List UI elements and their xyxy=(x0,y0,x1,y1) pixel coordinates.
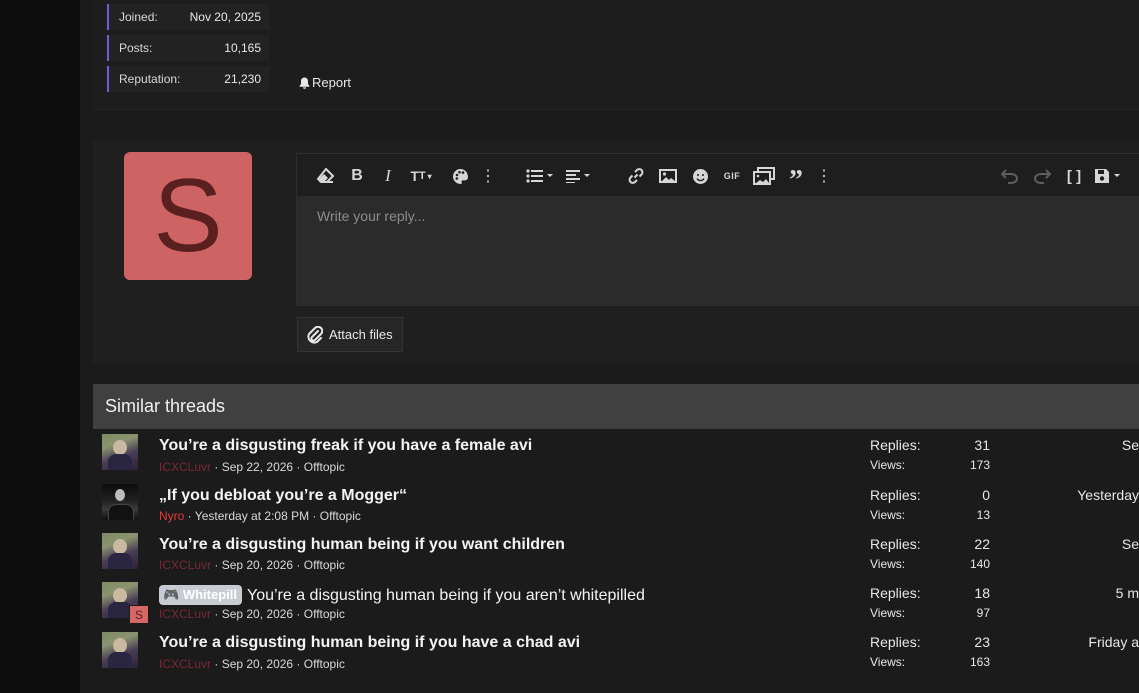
last-post-time[interactable]: 5 m xyxy=(979,585,1139,601)
similar-threads-header: Similar threads xyxy=(93,384,1139,429)
emoji-icon[interactable] xyxy=(689,165,711,187)
thread-meta: ICXCLuvr · Sep 22, 2026 · Offtopic xyxy=(159,460,345,474)
views-count: 140 xyxy=(969,557,990,571)
replies-label: Replies: xyxy=(870,536,921,552)
views-label: Views: xyxy=(870,655,906,669)
list-icon[interactable] xyxy=(525,165,555,187)
thread-date[interactable]: Sep 20, 2026 xyxy=(222,558,293,572)
italic-icon[interactable]: I xyxy=(379,165,397,187)
thread-author-avatar[interactable] xyxy=(102,484,138,520)
views-label: Views: xyxy=(870,508,906,522)
last-post-time[interactable]: Se xyxy=(979,437,1139,453)
redo-icon[interactable] xyxy=(1031,165,1053,187)
thread-forum[interactable]: Offtopic xyxy=(320,509,361,523)
more-vertical-icon[interactable]: ⋮ xyxy=(480,165,496,187)
thread-title-link[interactable]: You’re a disgusting human being if you w… xyxy=(159,536,565,554)
report-button[interactable]: Report xyxy=(299,75,351,90)
align-icon[interactable] xyxy=(565,165,595,187)
thread-title-link[interactable]: 🎮 Whitepill You’re a disgusting human bei… xyxy=(159,585,645,605)
more-vertical-icon[interactable]: ⋮ xyxy=(816,165,832,187)
thread-meta: ICXCLuvr · Sep 20, 2026 · Offtopic xyxy=(159,657,345,671)
stat-label: Joined: xyxy=(119,10,158,24)
thread-forum[interactable]: Offtopic xyxy=(304,558,345,572)
bell-icon xyxy=(299,77,310,89)
thread-title-text: You’re a disgusting human being if you a… xyxy=(246,587,645,604)
thread-meta: Nyro · Yesterday at 2:08 PM · Offtopic xyxy=(159,509,361,523)
views-count: 163 xyxy=(969,655,990,669)
bold-icon[interactable]: B xyxy=(347,165,367,187)
bbcode-icon[interactable]: [ ] xyxy=(1063,165,1085,187)
user-stat-posts: Posts: 10,165 xyxy=(107,35,269,61)
thread-author-avatar[interactable] xyxy=(102,632,138,668)
paperclip-icon xyxy=(307,325,323,344)
reply-input[interactable] xyxy=(297,196,1139,305)
views-count: 13 xyxy=(976,508,990,522)
left-gutter xyxy=(0,0,80,693)
thread-author[interactable]: ICXCLuvr xyxy=(159,607,211,621)
stat-label: Reputation: xyxy=(119,72,181,86)
thread-prefix-badge[interactable]: 🎮 Whitepill xyxy=(159,585,242,605)
stat-value: Nov 20, 2025 xyxy=(189,10,261,24)
thread-title-link[interactable]: „If you debloat you’re a Mogger“ xyxy=(159,487,407,505)
attach-files-label: Attach files xyxy=(329,327,393,342)
thread-date[interactable]: Sep 20, 2026 xyxy=(222,607,293,621)
editor-toolbar: B I T T ▾ ⋮ GIF ” ⋮ [] xyxy=(297,154,1139,196)
thread-author-avatar[interactable] xyxy=(102,533,138,569)
quote-icon[interactable]: ” xyxy=(785,165,807,195)
last-post-time[interactable]: Se xyxy=(979,536,1139,552)
reply-editor: B I T T ▾ ⋮ GIF ” ⋮ [] Write your reply… xyxy=(296,153,1139,306)
views-label: Views: xyxy=(870,557,906,571)
views-count: 173 xyxy=(969,458,990,472)
attach-files-button[interactable]: Attach files xyxy=(297,317,403,352)
views-label: Views: xyxy=(870,606,906,620)
user-stat-reputation: Reputation: 21,230 xyxy=(107,66,269,92)
text-size-icon[interactable]: T T ▾ xyxy=(405,165,437,187)
replies-label: Replies: xyxy=(870,585,921,601)
thread-meta: ICXCLuvr · Sep 20, 2026 · Offtopic xyxy=(159,607,345,621)
stat-label: Posts: xyxy=(119,41,153,55)
eraser-icon[interactable] xyxy=(315,165,337,187)
thread-prefix-label: Whitepill xyxy=(182,587,237,602)
palette-icon[interactable] xyxy=(449,165,471,187)
image-icon[interactable] xyxy=(657,165,679,187)
thread-forum[interactable]: Offtopic xyxy=(304,657,345,671)
thread-author[interactable]: Nyro xyxy=(159,509,184,523)
views-count: 97 xyxy=(976,606,990,620)
similar-threads-title: Similar threads xyxy=(105,396,226,416)
user-mini-avatar[interactable]: S xyxy=(129,605,149,624)
user-stat-joined: Joined: Nov 20, 2025 xyxy=(107,4,269,30)
thread-forum[interactable]: Offtopic xyxy=(304,460,345,474)
link-icon[interactable] xyxy=(625,165,647,187)
views-label: Views: xyxy=(870,458,906,472)
media-icon[interactable] xyxy=(752,165,776,187)
thread-title-link[interactable]: You’re a disgusting human being if you h… xyxy=(159,634,580,652)
gamepad-icon: 🎮 xyxy=(163,587,180,602)
stat-value: 21,230 xyxy=(224,72,261,86)
thread-date[interactable]: Sep 20, 2026 xyxy=(222,657,293,671)
last-post-time[interactable]: Yesterday xyxy=(979,487,1139,503)
undo-icon[interactable] xyxy=(999,165,1021,187)
report-label: Report xyxy=(312,75,352,90)
thread-author[interactable]: ICXCLuvr xyxy=(159,657,211,671)
avatar[interactable]: S xyxy=(124,152,252,280)
replies-label: Replies: xyxy=(870,487,921,503)
stat-value: 10,165 xyxy=(224,41,261,55)
thread-title-link[interactable]: You’re a disgusting freak if you have a … xyxy=(159,437,532,455)
thread-author-avatar[interactable] xyxy=(102,434,138,470)
thread-meta: ICXCLuvr · Sep 20, 2026 · Offtopic xyxy=(159,558,345,572)
replies-label: Replies: xyxy=(870,634,921,650)
thread-date[interactable]: Yesterday at 2:08 PM xyxy=(195,509,309,523)
thread-author[interactable]: ICXCLuvr xyxy=(159,558,211,572)
save-draft-icon[interactable] xyxy=(1093,165,1123,187)
thread-forum[interactable]: Offtopic xyxy=(304,607,345,621)
gif-icon[interactable]: GIF xyxy=(721,165,743,187)
thread-author[interactable]: ICXCLuvr xyxy=(159,460,211,474)
replies-label: Replies: xyxy=(870,437,921,453)
thread-date[interactable]: Sep 22, 2026 xyxy=(222,460,293,474)
last-post-time[interactable]: Friday a xyxy=(979,634,1139,650)
